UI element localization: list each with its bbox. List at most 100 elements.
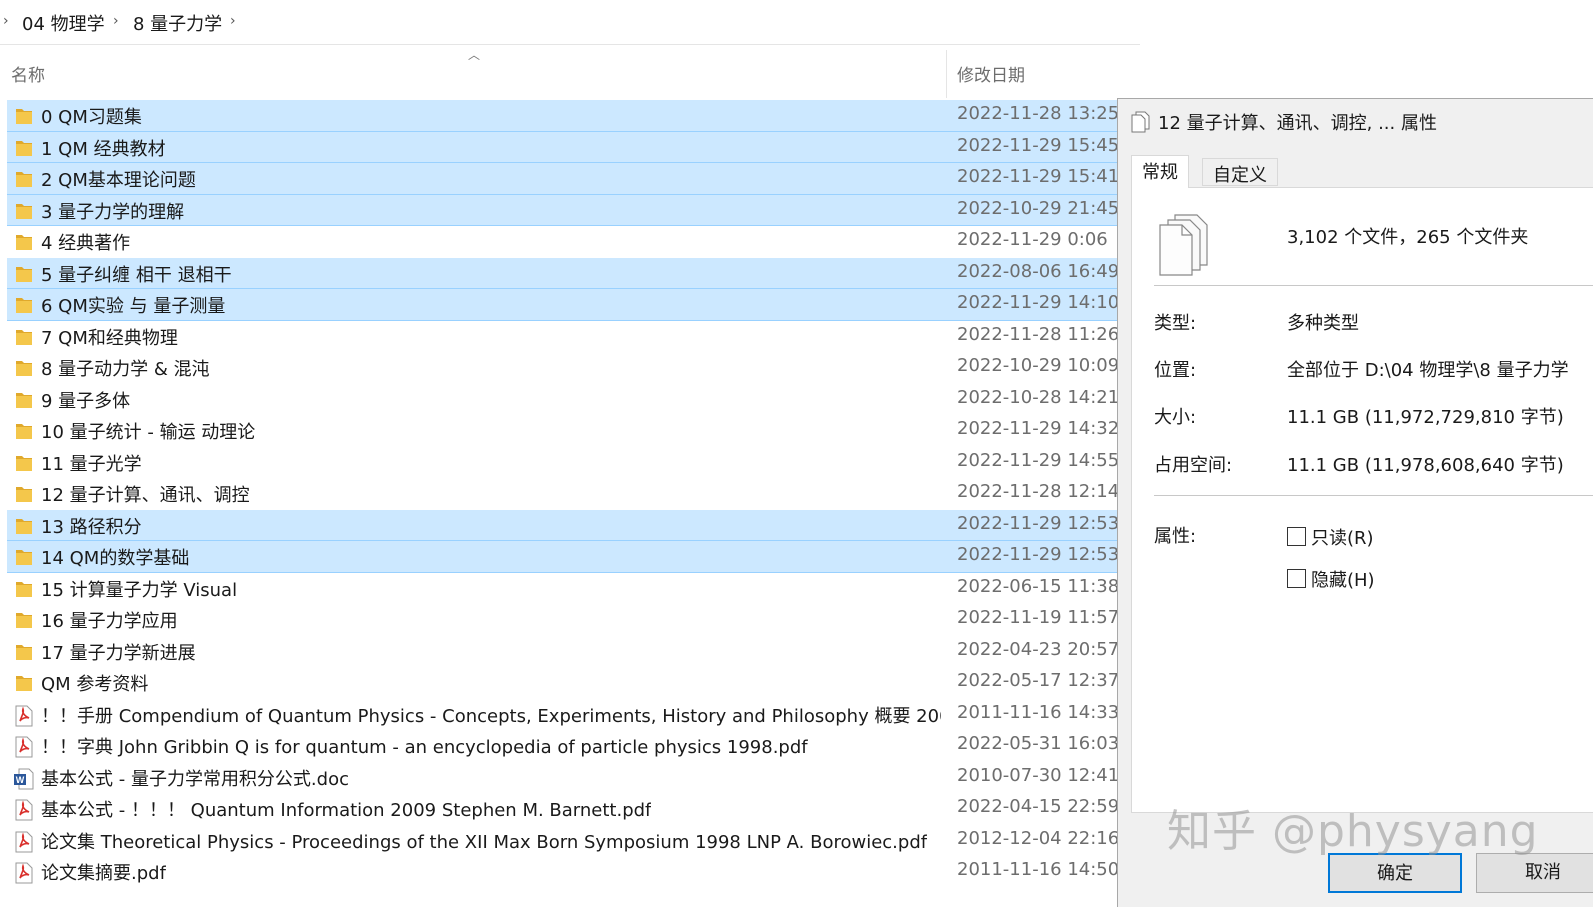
- file-name[interactable]: 6 QM实验 与 量子测量: [41, 292, 225, 318]
- file-row[interactable]: 6 QM实验 与 量子测量 2022-11-29 14:10: [7, 289, 1137, 321]
- breadcrumb-item-physics[interactable]: 04 物理学: [22, 10, 105, 36]
- chevron-right-icon[interactable]: ›: [113, 13, 119, 29]
- file-row[interactable]: 论文集摘要.pdf 2011-11-16 14:50: [7, 856, 1137, 888]
- file-name[interactable]: 1 QM 经典教材: [41, 135, 166, 161]
- file-name[interactable]: 基本公式 - ！！！ Quantum Information 2009 Step…: [41, 796, 651, 822]
- file-row[interactable]: 7 QM和经典物理 2022-11-28 11:26: [7, 321, 1137, 353]
- file-row[interactable]: 10 量子统计 - 输运 动理论 2022-11-29 14:32: [7, 415, 1137, 447]
- folder-icon: [13, 547, 35, 567]
- file-name[interactable]: 论文集 Theoretical Physics - Proceedings of…: [41, 828, 927, 854]
- type-label: 类型:: [1154, 313, 1197, 334]
- file-row[interactable]: W 基本公式 - 量子力学常用积分公式.doc 2010-07-30 12:41: [7, 762, 1137, 794]
- ok-button[interactable]: 确定: [1328, 853, 1462, 893]
- cancel-button[interactable]: 取消: [1476, 853, 1593, 893]
- hidden-checkbox[interactable]: [1287, 569, 1306, 588]
- file-row[interactable]: 3 量子力学的理解 2022-10-29 21:45: [7, 194, 1137, 226]
- file-modified-date: 2022-11-29 12:53: [957, 544, 1120, 565]
- file-name[interactable]: 8 量子动力学 & 混沌: [41, 355, 210, 381]
- file-row[interactable]: 论文集 Theoretical Physics - Proceedings of…: [7, 825, 1137, 857]
- folder-icon: [13, 295, 35, 315]
- hidden-label[interactable]: 隐藏(H): [1311, 566, 1375, 592]
- file-name[interactable]: 17 量子力学新进展: [41, 639, 196, 665]
- folder-icon: [13, 169, 35, 189]
- file-modified-date: 2022-11-29 14:10: [957, 292, 1120, 313]
- file-name[interactable]: 9 量子多体: [41, 387, 130, 413]
- file-name[interactable]: 11 量子光学: [41, 450, 142, 476]
- file-name[interactable]: 14 QM的数学基础: [41, 544, 189, 570]
- folder-icon: [13, 106, 35, 126]
- watermark: 知乎 @physyang: [1167, 806, 1539, 857]
- file-name[interactable]: ！！字典 John Gribbin Q is for quantum - an …: [41, 733, 808, 759]
- file-modified-date: 2022-10-29 21:45: [957, 197, 1120, 219]
- disk-size-label: 占用空间:: [1154, 455, 1233, 476]
- file-modified-date: 2022-11-29 14:55: [957, 449, 1120, 471]
- file-row[interactable]: 9 量子多体 2022-10-28 14:21: [7, 384, 1137, 416]
- file-name[interactable]: 7 QM和经典物理: [41, 324, 178, 350]
- file-name[interactable]: 16 量子力学应用: [41, 607, 178, 633]
- column-header-name[interactable]: 名称: [11, 61, 45, 86]
- folder-icon: [13, 358, 35, 378]
- file-modified-date: 2022-11-29 14:32: [957, 418, 1120, 439]
- file-row[interactable]: 15 计算量子力学 Visual 2022-06-15 11:38: [7, 573, 1137, 605]
- column-header-modified[interactable]: 修改日期: [957, 61, 1025, 86]
- readonly-label[interactable]: 只读(R): [1311, 524, 1374, 550]
- breadcrumb-item-quantum[interactable]: 8 量子力学: [133, 10, 222, 36]
- folder-icon: [13, 516, 35, 536]
- file-row[interactable]: 基本公式 - ！！！ Quantum Information 2009 Step…: [7, 793, 1137, 825]
- folder-icon: [13, 421, 35, 441]
- file-row[interactable]: 17 量子力学新进展 2022-04-23 20:57: [7, 636, 1137, 668]
- type-value: 多种类型: [1287, 313, 1359, 334]
- file-row[interactable]: 13 路径积分 2022-11-29 12:53: [7, 509, 1137, 541]
- file-name[interactable]: 3 量子力学的理解: [41, 198, 184, 224]
- file-row[interactable]: 4 经典著作 2022-11-29 0:06: [7, 226, 1137, 258]
- folder-icon: [13, 138, 35, 158]
- file-modified-date: 2022-11-28 11:26: [957, 323, 1120, 345]
- file-row[interactable]: 12 量子计算、通讯、调控 2022-11-28 12:14: [7, 478, 1137, 510]
- folder-icon: [13, 673, 35, 693]
- column-divider[interactable]: [946, 50, 947, 98]
- file-name[interactable]: 10 量子统计 - 输运 动理论: [41, 418, 255, 444]
- file-name[interactable]: 4 经典著作: [41, 229, 130, 255]
- file-row[interactable]: 1 QM 经典教材 2022-11-29 15:45: [7, 131, 1137, 163]
- readonly-checkbox[interactable]: [1287, 527, 1306, 546]
- file-modified-date: 2022-11-19 11:57: [957, 607, 1120, 628]
- file-row[interactable]: 2 QM基本理论问题 2022-11-29 15:41: [7, 163, 1137, 195]
- file-name[interactable]: 2 QM基本理论问题: [41, 166, 196, 192]
- size-value: 11.1 GB (11,972,729,810 字节): [1287, 407, 1564, 428]
- disk-size-value: 11.1 GB (11,978,608,640 字节): [1287, 455, 1564, 476]
- file-modified-date: 2022-10-29 10:09: [957, 355, 1120, 376]
- chevron-right-icon[interactable]: ›: [230, 13, 236, 29]
- file-row[interactable]: 8 量子动力学 & 混沌 2022-10-29 10:09: [7, 352, 1137, 384]
- folder-icon: [13, 579, 35, 599]
- file-name[interactable]: 15 计算量子力学 Visual: [41, 576, 237, 602]
- file-name[interactable]: 5 量子纠缠 相干 退相干: [41, 261, 232, 287]
- file-count-summary: 3,102 个文件，265 个文件夹: [1287, 227, 1529, 248]
- file-row[interactable]: 14 QM的数学基础 2022-11-29 12:53: [7, 541, 1137, 573]
- location-value: 全部位于 D:\04 物理学\8 量子力学: [1287, 360, 1569, 381]
- file-row[interactable]: ！！字典 John Gribbin Q is for quantum - an …: [7, 730, 1137, 762]
- file-name[interactable]: 论文集摘要.pdf: [41, 859, 166, 885]
- file-row[interactable]: 5 量子纠缠 相干 退相干 2022-08-06 16:49: [7, 257, 1137, 289]
- file-name[interactable]: 基本公式 - 量子力学常用积分公式.doc: [41, 765, 349, 791]
- file-list: 0 QM习题集 2022-11-28 13:25 1 QM 经典教材 2022-11-…: [7, 100, 1137, 888]
- file-name[interactable]: 13 路径积分: [41, 513, 142, 539]
- file-modified-date: 2022-05-17 12:37: [957, 670, 1120, 691]
- file-row[interactable]: 0 QM习题集 2022-11-28 13:25: [7, 100, 1137, 132]
- tab-general[interactable]: 常规: [1131, 155, 1189, 188]
- chevron-right-icon[interactable]: ›: [3, 13, 9, 29]
- file-modified-date: 2022-11-28 12:14: [957, 481, 1120, 502]
- pdf-file-icon: [13, 831, 35, 852]
- file-row[interactable]: ！！手册 Compendium of Quantum Physics - Con…: [7, 699, 1137, 731]
- file-row[interactable]: 16 量子力学应用 2022-11-19 11:57: [7, 604, 1137, 636]
- pdf-file-icon: [13, 862, 35, 884]
- dialog-title: 12 量子计算、通讯、调控, ... 属性: [1158, 113, 1437, 134]
- file-row[interactable]: 11 量子光学 2022-11-29 14:55: [7, 447, 1137, 479]
- file-name[interactable]: ！！手册 Compendium of Quantum Physics - Con…: [41, 702, 941, 728]
- file-name[interactable]: 12 量子计算、通讯、调控: [41, 481, 250, 507]
- folder-icon: [13, 390, 35, 410]
- tab-custom[interactable]: 自定义: [1202, 158, 1278, 186]
- file-modified-date: 2022-11-29 15:45: [957, 134, 1120, 156]
- file-name[interactable]: QM 参考资料: [41, 670, 148, 696]
- file-row[interactable]: QM 参考资料 2022-05-17 12:37: [7, 667, 1137, 699]
- file-name[interactable]: 0 QM习题集: [41, 103, 142, 129]
